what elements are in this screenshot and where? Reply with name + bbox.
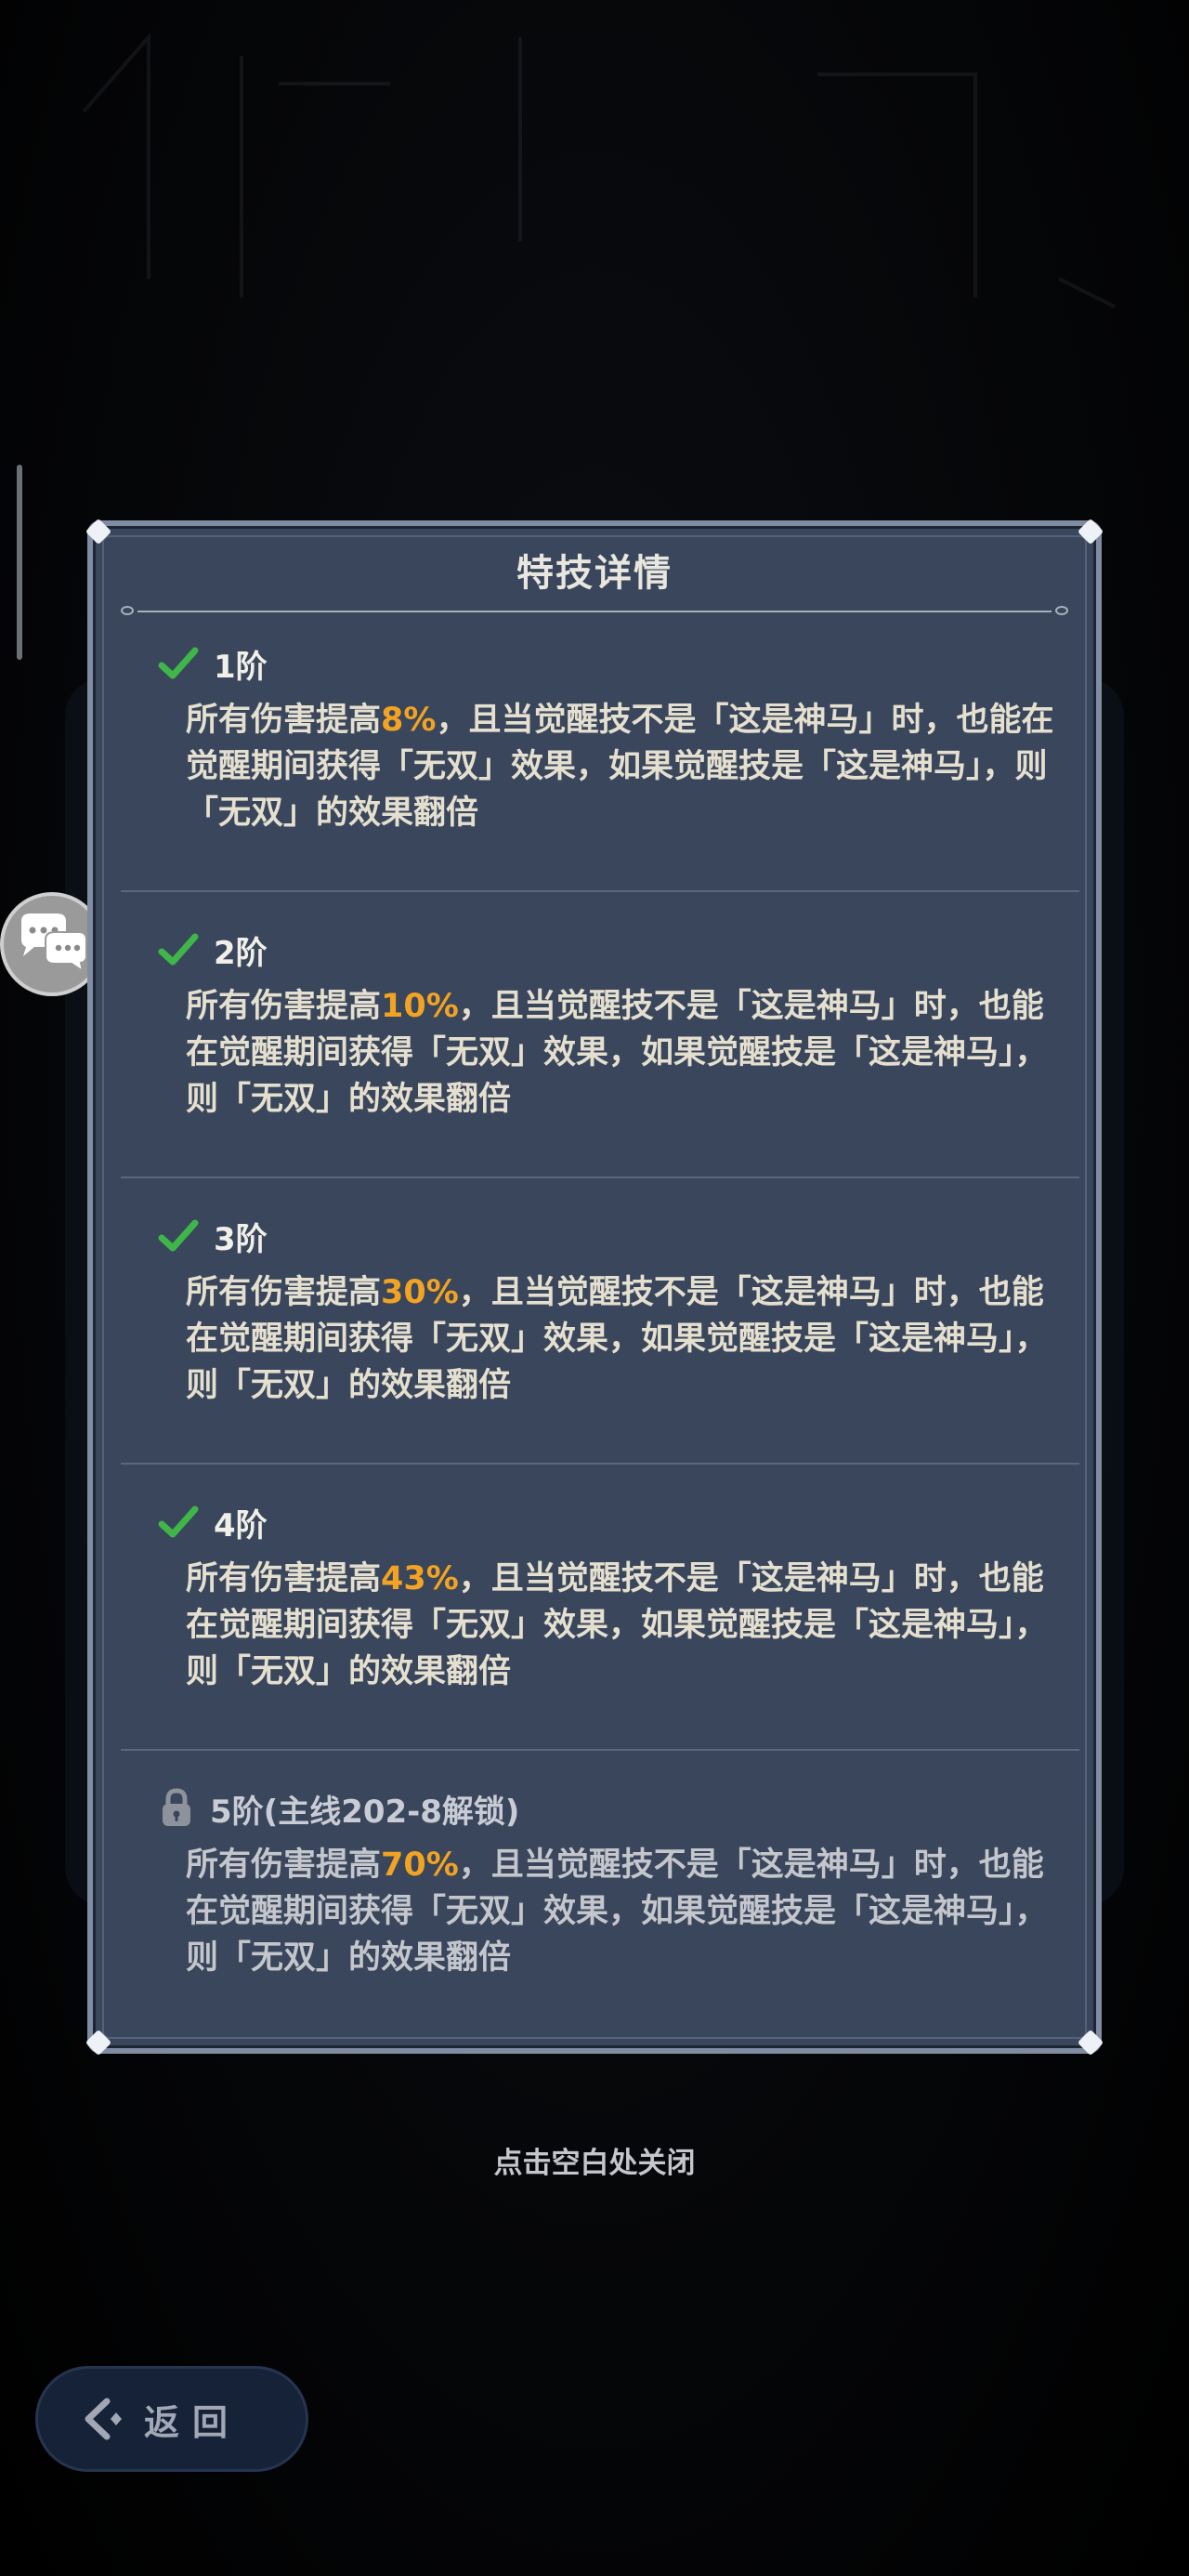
tier-description: 所有伤害提高30%，且当觉醒技不是「这是神马」时，也能在觉醒期间获得「无双」效果… bbox=[186, 1274, 1048, 1404]
tier-value: 43% bbox=[381, 1560, 459, 1597]
chat-bubbles-icon bbox=[14, 912, 90, 977]
corner-ornament bbox=[1077, 2029, 1104, 2057]
check-icon bbox=[158, 645, 199, 682]
back-arrow-icon bbox=[85, 2398, 122, 2440]
back-button-label: 返回 bbox=[144, 2401, 242, 2443]
scrollbar[interactable] bbox=[17, 465, 22, 660]
tier-item-2: 2阶 所有伤害提高10%，且当觉醒技不是「这是神马」时，也能在觉醒期间获得「无双… bbox=[121, 927, 1079, 1178]
check-icon bbox=[158, 931, 199, 968]
corner-ornament bbox=[85, 518, 112, 545]
tier-label: 5阶(主线202-8解锁) bbox=[210, 1793, 520, 1831]
tier-value: 70% bbox=[381, 1847, 459, 1884]
divider bbox=[121, 1463, 1079, 1465]
divider bbox=[121, 890, 1079, 892]
tier-item-1: 1阶 所有伤害提高8%，且当觉醒技不是「这是神马」时，也能在觉醒期间获得「无双」… bbox=[121, 641, 1079, 892]
title-divider bbox=[121, 606, 1068, 617]
skill-detail-dialog: 特技详情 1阶 所有伤害提高8%，且当觉醒技不是「这是神马」时，也能在觉醒期间获… bbox=[85, 518, 1104, 2057]
tier-label: 3阶 bbox=[214, 1220, 268, 1258]
divider bbox=[121, 1749, 1079, 1751]
tier-value: 10% bbox=[381, 988, 459, 1025]
tier-item-4: 4阶 所有伤害提高43%，且当觉醒技不是「这是神马」时，也能在觉醒期间获得「无双… bbox=[121, 1500, 1079, 1751]
tier-label: 4阶 bbox=[214, 1506, 268, 1544]
tier-item-3: 3阶 所有伤害提高30%，且当觉醒技不是「这是神马」时，也能在觉醒期间获得「无双… bbox=[121, 1214, 1079, 1465]
tier-description: 所有伤害提高43%，且当觉醒技不是「这是神马」时，也能在觉醒期间获得「无双」效果… bbox=[186, 1560, 1048, 1690]
check-icon bbox=[158, 1504, 199, 1541]
background-scene bbox=[82, 32, 1116, 309]
corner-ornament bbox=[85, 2029, 112, 2057]
divider bbox=[121, 1176, 1079, 1178]
tier-value: 8% bbox=[381, 702, 437, 739]
tier-description: 所有伤害提高10%，且当觉醒技不是「这是神马」时，也能在觉醒期间获得「无双」效果… bbox=[186, 988, 1048, 1118]
screen[interactable]: 特技详情 1阶 所有伤害提高8%，且当觉醒技不是「这是神马」时，也能在觉醒期间获… bbox=[0, 0, 1189, 2576]
lock-icon bbox=[158, 1788, 195, 1829]
tier-value: 30% bbox=[381, 1274, 459, 1311]
tier-description: 所有伤害提高8%，且当觉醒技不是「这是神马」时，也能在觉醒期间获得「无双」效果，… bbox=[186, 702, 1054, 832]
close-hint[interactable]: 点击空白处关闭 bbox=[0, 2139, 1189, 2181]
tier-label: 1阶 bbox=[214, 648, 268, 686]
back-button[interactable]: 返回 bbox=[35, 2366, 308, 2472]
tier-item-5: 5阶(主线202-8解锁) 所有伤害提高70%，且当觉醒技不是「这是神马」时，也… bbox=[121, 1786, 1079, 2009]
tier-label: 2阶 bbox=[214, 934, 268, 972]
tier-description: 所有伤害提高70%，且当觉醒技不是「这是神马」时，也能在觉醒期间获得「无双」效果… bbox=[186, 1847, 1048, 1977]
dialog-title: 特技详情 bbox=[516, 552, 673, 595]
corner-ornament bbox=[1077, 518, 1104, 545]
check-icon bbox=[158, 1217, 199, 1255]
